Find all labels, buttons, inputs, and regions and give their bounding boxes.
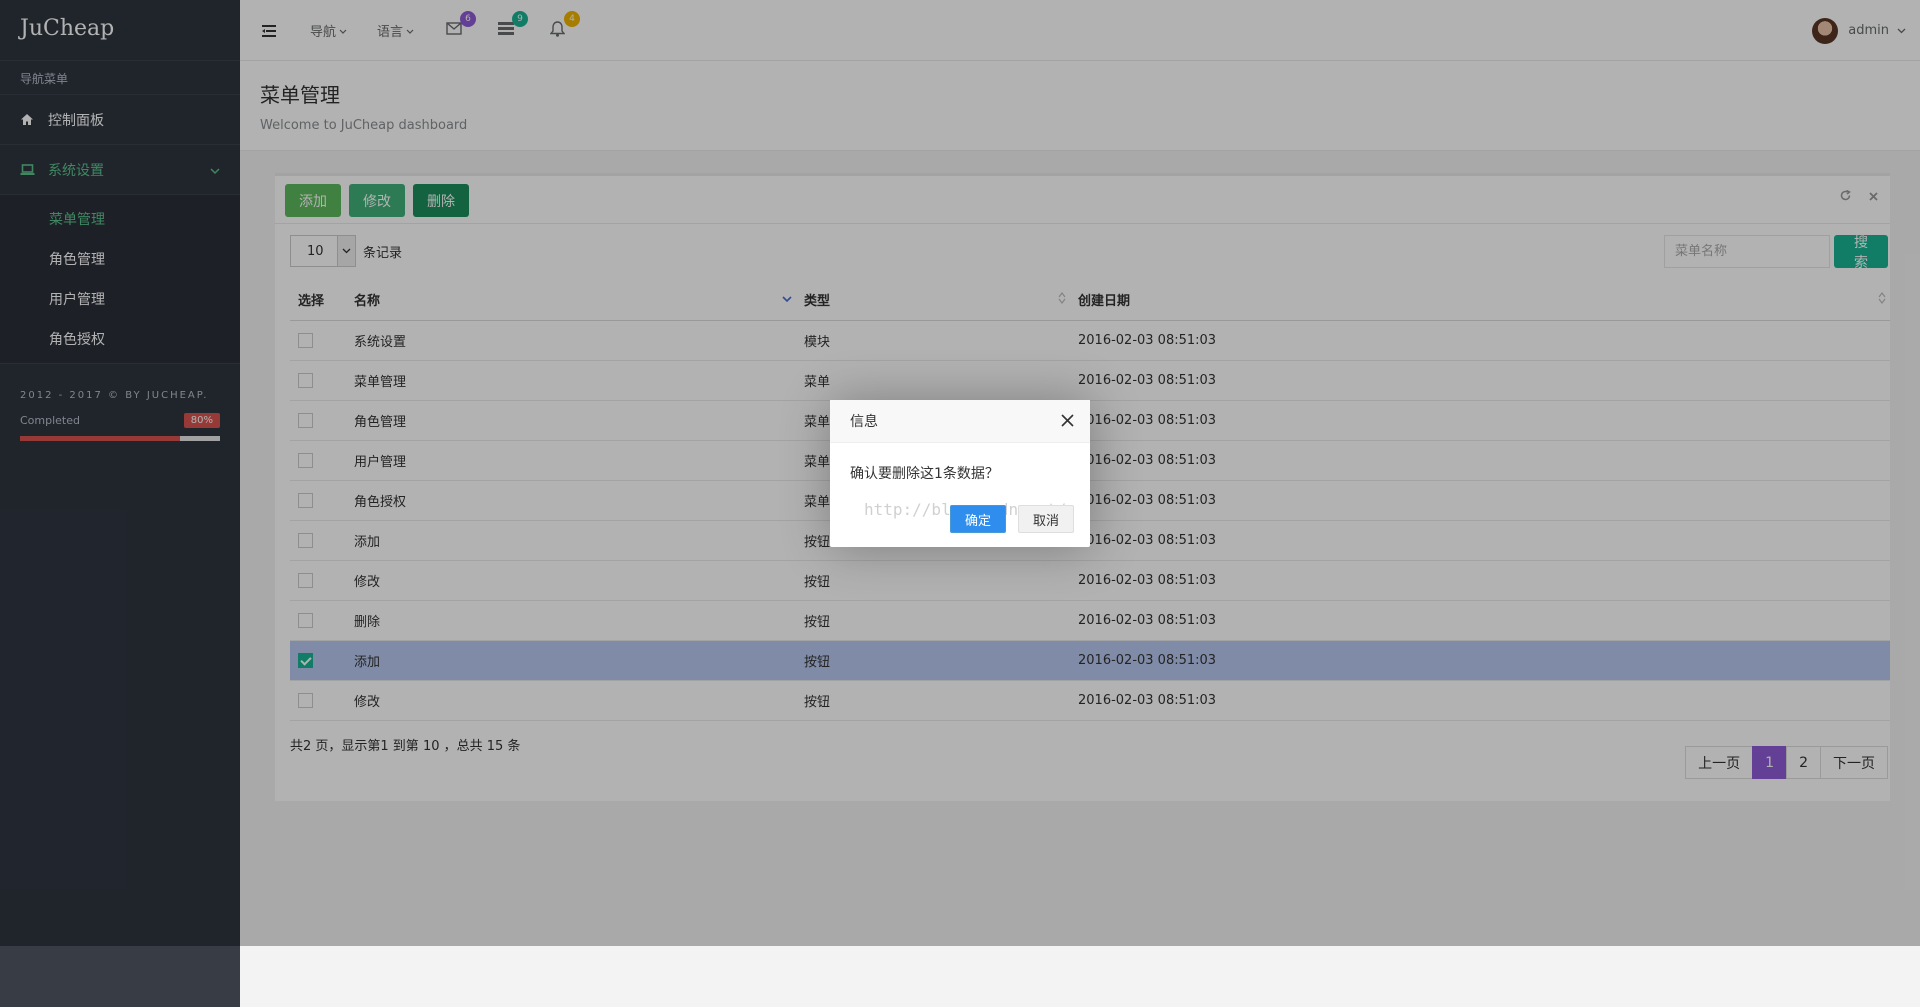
cancel-button[interactable]: 取消 [1017, 505, 1074, 533]
dialog-title: 信息 [850, 414, 878, 430]
sidebar-bottom [0, 946, 240, 1007]
dialog-header: 信息 [830, 400, 1090, 443]
close-icon[interactable] [1061, 414, 1074, 431]
dialog-buttons: 确定 取消 [949, 505, 1074, 533]
dialog-message: 确认要删除这1条数据？ [850, 466, 999, 482]
confirm-button[interactable]: 确定 [949, 505, 1006, 533]
confirm-dialog: 信息 确认要删除这1条数据？ http://blog.csdn.net/ 确定 … [830, 400, 1090, 547]
page-bottom [240, 946, 1920, 1007]
